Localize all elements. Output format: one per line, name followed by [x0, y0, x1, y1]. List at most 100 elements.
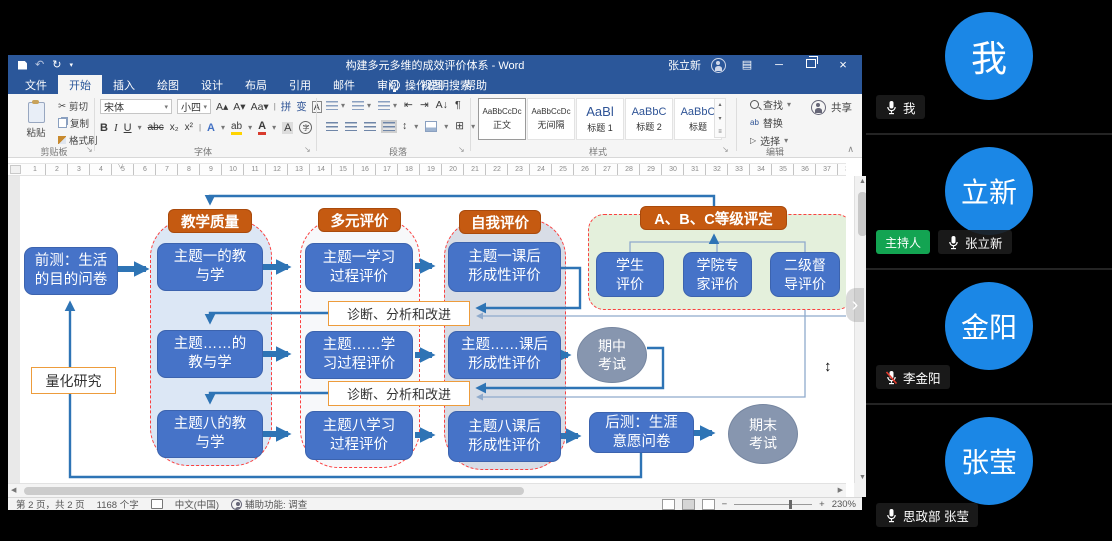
read-mode-icon[interactable] — [662, 499, 675, 510]
scroll-left-icon[interactable]: ◀ — [11, 486, 16, 494]
account-avatar-icon[interactable] — [711, 58, 726, 73]
styles-dialog-launcher[interactable]: ↘ — [722, 145, 729, 154]
bullets-button[interactable]: ▾ — [326, 101, 345, 110]
scroll-right-icon[interactable]: ▶ — [838, 486, 843, 494]
ribbon-tab[interactable]: 绘图 — [146, 75, 190, 94]
phonetic-guide-button[interactable]: 拼 — [281, 99, 292, 114]
ribbon-tab[interactable]: 设计 — [190, 75, 234, 94]
account-name[interactable]: 张立新 — [668, 57, 701, 73]
zoom-in-button[interactable]: + — [819, 499, 825, 510]
participant-name-label: 张立新 — [938, 230, 1012, 254]
numbering-button[interactable]: ▾ — [352, 101, 371, 110]
style-card[interactable]: AaBl 标题 1 — [576, 98, 624, 140]
character-scale-button[interactable]: 变 — [296, 99, 307, 114]
zoom-out-button[interactable]: − — [722, 499, 728, 510]
font-color-button[interactable]: A — [258, 120, 266, 135]
indent-marker-icon[interactable]: ▽ — [118, 163, 123, 170]
tell-me-search[interactable]: 操作说明搜索 — [380, 75, 481, 94]
accessibility-status[interactable]: 辅助功能: 调查 — [231, 497, 307, 511]
web-layout-icon[interactable] — [702, 499, 715, 510]
proofing-icon[interactable] — [151, 499, 163, 509]
paragraph-dialog-launcher[interactable]: ↘ — [458, 145, 465, 154]
participant-tile[interactable]: 立新 主持人 张立新 — [866, 135, 1112, 270]
zoom-level[interactable]: 230% — [832, 499, 856, 510]
ruler-number: 14 — [310, 166, 332, 173]
ruler-number: 27 — [596, 166, 618, 173]
qat-caret-icon[interactable]: ▾ — [69, 62, 73, 69]
align-right-button[interactable] — [364, 122, 376, 131]
ruler-number: 18 — [398, 166, 420, 173]
underline-button[interactable]: U — [124, 122, 132, 134]
redo-icon[interactable]: ↻ — [52, 60, 61, 71]
zoom-slider[interactable] — [734, 504, 812, 505]
share-button[interactable]: 共享 — [811, 100, 852, 115]
text-effects-button[interactable]: A — [207, 122, 215, 134]
replace-button[interactable]: ab替换 — [750, 115, 791, 130]
styles-gallery-scroll[interactable]: ▴▾≡ — [714, 98, 726, 138]
paste-button[interactable]: 粘贴 — [18, 98, 54, 142]
justify-button[interactable] — [383, 122, 395, 131]
print-layout-icon[interactable] — [682, 499, 695, 510]
minimize-button[interactable]: ─ — [768, 55, 790, 75]
ruler-number: 25 — [552, 166, 574, 173]
bold-button[interactable]: B — [100, 122, 108, 134]
multilevel-list-button[interactable]: ▾ — [378, 101, 397, 110]
save-icon[interactable] — [18, 61, 27, 70]
shrink-font-button[interactable]: A▾ — [233, 101, 245, 113]
participant-tile[interactable]: 张莹 思政部 张莹 — [866, 405, 1112, 541]
word-titlebar[interactable]: ↶ ↻ ▾ 构建多元多维的成效评价体系 - Word 张立新 ▤ ─ × — [8, 55, 862, 75]
ribbon-tab[interactable]: 引用 — [278, 75, 322, 94]
word-count[interactable]: 1168 个字 — [97, 497, 139, 511]
strikethrough-button[interactable]: abc — [148, 122, 164, 133]
enclose-characters-button[interactable]: 字 — [299, 121, 312, 134]
ribbon-tab[interactable]: 布局 — [234, 75, 278, 94]
sidebar-collapse-chevron[interactable]: › — [846, 288, 864, 322]
style-card[interactable]: AaBbCcDc 无间隔 — [527, 98, 575, 140]
document-area[interactable]: 教学质量 多元评价 自我评价 A、B、C等级评定 前测：生活 的目的问卷 主题一… — [8, 176, 846, 483]
superscript-button[interactable]: x² — [185, 122, 193, 133]
close-button[interactable]: × — [832, 55, 854, 75]
grow-font-button[interactable]: A▴ — [216, 101, 228, 113]
ribbon-tab[interactable]: 插入 — [102, 75, 146, 94]
highlight-button[interactable]: ab — [231, 121, 242, 135]
shading-button[interactable]: A — [282, 122, 293, 134]
font-size-combo[interactable]: 小四▾ — [177, 99, 211, 114]
shading-bucket-icon[interactable] — [425, 121, 437, 132]
show-marks-button[interactable]: ¶ — [455, 99, 461, 111]
horizontal-scrollbar[interactable]: ◀ ▶ — [8, 483, 846, 497]
horizontal-scroll-thumb[interactable] — [24, 487, 524, 495]
restore-button[interactable] — [800, 55, 822, 75]
find-button[interactable]: 查找▾ — [750, 97, 791, 112]
ribbon-display-options-button[interactable]: ▤ — [736, 55, 758, 75]
ruler-number: 10 — [222, 166, 244, 173]
italic-button[interactable]: I — [114, 122, 118, 134]
participant-tile[interactable]: 我 我 — [866, 0, 1112, 135]
copy-button[interactable]: 复制 — [58, 116, 98, 130]
clipboard-dialog-launcher[interactable]: ↘ — [86, 145, 93, 154]
horizontal-ruler[interactable]: 1234567891011121314151617181920212223242… — [8, 163, 846, 176]
borders-button[interactable]: ⊞ — [455, 120, 464, 132]
ribbon-tab[interactable]: 开始 — [58, 75, 102, 94]
subscript-button[interactable]: x₂ — [170, 122, 179, 133]
decrease-indent-button[interactable]: ⇤ — [404, 99, 413, 111]
ribbon-tab[interactable]: 邮件 — [322, 75, 366, 94]
collapse-ribbon-icon[interactable]: ∧ — [847, 144, 854, 155]
cut-button[interactable]: ✂ 剪切 — [58, 99, 98, 113]
ribbon-tab[interactable]: 文件 — [14, 75, 58, 94]
change-case-button[interactable]: Aa▾ — [251, 101, 269, 113]
font-name-combo[interactable]: 宋体▾ — [100, 99, 172, 114]
line-spacing-button[interactable]: ↕ — [402, 120, 407, 132]
language-indicator[interactable]: 中文(中国) — [175, 497, 219, 511]
tab-selector[interactable] — [10, 165, 21, 174]
align-center-button[interactable] — [345, 122, 357, 131]
undo-icon[interactable]: ↶ — [35, 60, 44, 71]
style-card[interactable]: AaBbCcDc 正文 — [478, 98, 526, 140]
font-dialog-launcher[interactable]: ↘ — [304, 145, 311, 154]
increase-indent-button[interactable]: ⇥ — [420, 99, 429, 111]
zoom-slider-handle[interactable] — [789, 500, 792, 509]
style-card[interactable]: AaBbC 标题 2 — [625, 98, 673, 140]
participant-tile[interactable]: 金阳 李金阳 — [866, 270, 1112, 405]
align-left-button[interactable] — [326, 122, 338, 131]
sort-button[interactable]: A↓ — [436, 99, 448, 111]
page-indicator[interactable]: 第 2 页，共 2 页 — [16, 497, 85, 511]
